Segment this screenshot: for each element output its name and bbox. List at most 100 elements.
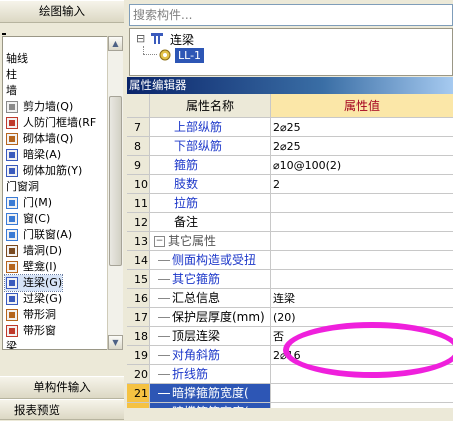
property-row[interactable]: 9 箍筋 ⌀10@100(2) [127,156,453,175]
property-name[interactable]: 备注 [150,213,271,232]
property-name[interactable]: 暗撑箍筋高度( [150,403,271,408]
property-value[interactable] [271,384,453,403]
property-name[interactable]: 暗撑箍筋宽度( [150,384,271,403]
tree-item[interactable]: 剪力墙(Q) [5,99,73,115]
property-name[interactable]: 箍筋 [150,156,271,175]
single-component-input-header[interactable]: 单构件输入 [0,376,124,399]
tree-item[interactable]: 门(M) [5,195,52,211]
property-value[interactable] [271,251,453,270]
property-value[interactable]: 2⌀25 [271,118,453,137]
tree-item[interactable]: 砌体加筋(Y) [5,163,82,179]
property-row[interactable]: 10 肢数 2 [127,175,453,194]
component-tree[interactable]: ⊟ 连梁 LL-1 [129,28,453,76]
property-editor-title: 属性编辑器 [127,77,453,94]
row-number-header [127,94,150,118]
tree-group[interactable]: 墙 [6,83,17,99]
property-name[interactable]: 其它箍筋 [150,270,271,289]
property-row[interactable]: 17 保护层厚度(mm) (20) [127,308,453,327]
property-row[interactable]: 19 对角斜筋 2⌀16 [127,346,453,365]
name-column-header[interactable]: 属性名称 [150,94,271,118]
collapse-icon[interactable]: − [154,236,165,247]
property-value[interactable] [271,194,453,213]
property-name[interactable]: 肢数 [150,175,271,194]
property-value[interactable]: 连梁 [271,289,453,308]
tree-item[interactable]: 带形窗 [5,323,56,339]
tree-item[interactable]: 人防门框墙(RF [5,115,96,131]
tree-scrollbar[interactable]: ▲ ▼ [107,36,123,350]
search-input[interactable]: 搜索构件... [129,4,453,26]
tree-label: 墙洞(D) [23,244,63,257]
tree-item[interactable]: 窗(C) [5,211,50,227]
tree-line [158,355,170,356]
property-row[interactable]: 8 下部纵筋 2⌀25 [127,137,453,156]
tree-label: 门(M) [23,196,53,209]
value-column-header[interactable]: 属性值 [271,94,453,118]
property-value[interactable]: (20) [271,308,453,327]
property-value[interactable] [271,403,453,408]
property-value[interactable] [271,365,453,384]
property-name[interactable]: 对角斜筋 [150,346,271,365]
tree-item[interactable]: 暗梁(A) [5,147,61,163]
property-name[interactable]: 保护层厚度(mm) [150,308,271,327]
property-name[interactable]: 下部纵筋 [150,137,271,156]
tree-group[interactable]: 柱 [6,67,17,83]
tree-label: 门窗洞 [6,180,39,193]
civil-door-frame-wall-icon [6,117,18,129]
scroll-thumb[interactable] [109,96,122,266]
tree-item[interactable]: 砌体墙(Q) [5,131,73,147]
tree-group[interactable]: 梁 [6,339,17,349]
property-row[interactable]: 13− 其它属性 [127,232,453,251]
property-name[interactable]: 汇总信息 [150,289,271,308]
scroll-down-button[interactable]: ▼ [108,335,123,350]
property-value[interactable] [271,270,453,289]
tree-item[interactable]: 墙洞(D) [5,243,62,259]
tree-item[interactable]: 壁龛(I) [5,259,57,275]
property-value[interactable] [271,232,453,251]
property-name[interactable]: − 其它属性 [150,232,271,251]
masonry-wall-icon [6,133,18,145]
tree-item[interactable]: 连梁(G) [3,274,64,292]
property-value[interactable]: 2 [271,175,453,194]
tree-group[interactable]: 轴线 [6,51,28,67]
tree-line [158,336,170,337]
row-number: 21 [127,384,150,403]
property-row[interactable]: 7 上部纵筋 2⌀25 [127,118,453,137]
property-row[interactable]: 16 汇总信息 连梁 [127,289,453,308]
tree-label: 暗梁(A) [23,148,62,161]
property-grid[interactable]: 属性名称 属性值 7 上部纵筋 2⌀25 8 下部纵筋 2⌀25 9 箍筋 ⌀10@100(2)… [127,94,453,408]
tree-item[interactable]: 门联窗(A) [5,227,72,243]
property-row[interactable]: 18 顶层连梁 否 [127,327,453,346]
component-root-label[interactable]: 连梁 [170,31,194,48]
lintel-icon [6,293,18,305]
tree-item[interactable]: 过梁(G) [5,291,62,307]
property-name[interactable]: 顶层连梁 [150,327,271,346]
component-ll1[interactable]: LL-1 [175,48,205,63]
draw-input-section-header[interactable]: 绘图输入 [0,0,124,23]
property-name[interactable]: 折线筋 [150,365,271,384]
collapse-icon[interactable]: ⊟ [136,32,145,45]
property-name-text: 汇总信息 [172,291,221,305]
property-row[interactable]: 14 侧面构造或受扭 [127,251,453,270]
component-type-tree[interactable]: 轴线柱墙剪力墙(Q) 人防门框墙(RF 砌体墙(Q) 暗梁(A) 砌体加筋(Y) 门窗洞门… [2,36,109,350]
property-row[interactable]: 20 折线筋 [127,365,453,384]
property-value[interactable] [271,213,453,232]
row-number: 8 [127,137,150,156]
property-value[interactable]: 2⌀16 [271,346,453,365]
scroll-up-button[interactable]: ▲ [108,36,123,51]
tree-item[interactable]: 带形洞 [5,307,56,323]
property-row[interactable]: 21 暗撑箍筋宽度( [127,384,453,403]
property-row[interactable]: 11 拉筋 [127,194,453,213]
property-row[interactable]: 15 其它箍筋 [127,270,453,289]
property-name[interactable]: 上部纵筋 [150,118,271,137]
property-row[interactable]: 12 备注 [127,213,453,232]
tree-group[interactable]: 门窗洞 [6,179,39,195]
property-name[interactable]: 侧面构造或受扭 [150,251,271,270]
property-name-text: 箍筋 [174,158,199,172]
property-value[interactable]: 2⌀25 [271,137,453,156]
report-preview-header[interactable]: 报表预览 [0,399,124,420]
property-value[interactable]: 否 [271,327,453,346]
property-name[interactable]: 拉筋 [150,194,271,213]
property-value[interactable]: ⌀10@100(2) [271,156,453,175]
tree-label: 墙 [6,84,17,97]
property-row[interactable]: 22暗撑箍筋高度( [127,403,453,408]
